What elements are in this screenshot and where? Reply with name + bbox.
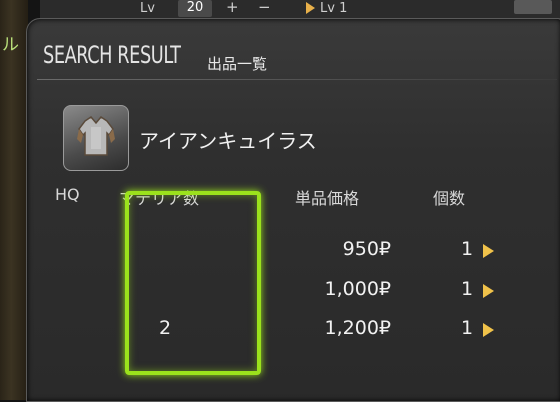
level-input[interactable]: 20 [178, 0, 212, 17]
column-header-hq[interactable]: HQ [55, 185, 80, 204]
search-result-window: SEARCH RESULT 出品一覧 アイアンキュイラス HQ マテリア数 単品… [26, 18, 560, 402]
window-subtitle: 出品一覧 [207, 55, 268, 73]
background-text: ル [2, 35, 19, 55]
column-header-materia[interactable]: マテリア数 [119, 185, 199, 209]
title-divider [37, 79, 557, 80]
row-3-materia: 2 [159, 317, 172, 339]
item-name: アイアンキュイラス [139, 129, 317, 153]
row-1-arrow-icon[interactable] [483, 244, 494, 258]
column-header-quantity[interactable]: 個数 [433, 185, 465, 209]
level-minus-button[interactable]: − [258, 0, 271, 16]
level-label-2: Lv 1 [320, 1, 348, 16]
row-3-price: 1,200₽ [324, 317, 391, 339]
level-plus-button[interactable]: + [226, 0, 239, 16]
row-1-quantity: 1 [461, 238, 474, 260]
level-arrow-icon [306, 2, 315, 14]
row-1-price: 950₽ [342, 238, 391, 260]
row-2-arrow-icon[interactable] [483, 284, 494, 298]
row-2-quantity: 1 [461, 278, 474, 300]
row-3-quantity: 1 [461, 317, 474, 339]
materia-column-highlight [125, 191, 261, 375]
corner-button[interactable] [514, 0, 552, 14]
row-3-arrow-icon[interactable] [483, 323, 494, 337]
level-label: Lv [140, 1, 155, 16]
column-header-unit-price[interactable]: 単品価格 [295, 185, 359, 209]
cuirass-armor-icon[interactable] [63, 105, 129, 171]
window-title: SEARCH RESULT [43, 41, 181, 69]
previous-search-row: Lv 20 + − Lv 1 [40, 0, 560, 19]
background-scenery [0, 0, 28, 400]
row-2-price: 1,000₽ [324, 278, 391, 300]
armor-graphic [77, 116, 115, 156]
